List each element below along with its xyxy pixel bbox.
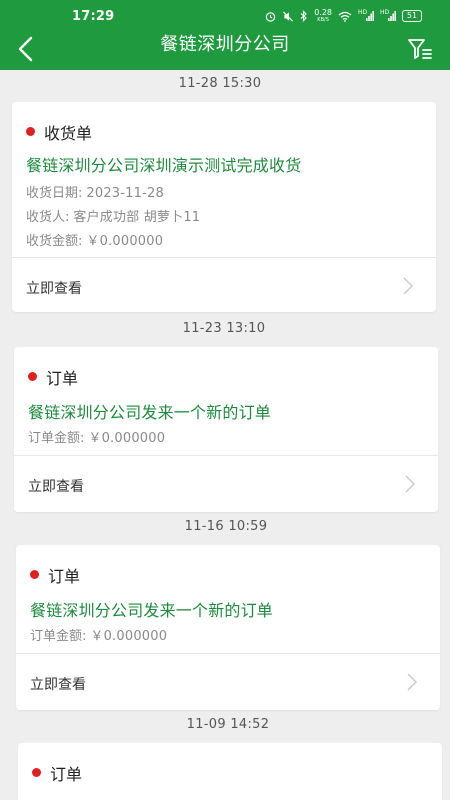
card-detail: 收货金额: ￥0.000000 xyxy=(26,230,163,249)
detail-label: 收货人: xyxy=(26,210,70,225)
detail-value: ￥0.000000 xyxy=(86,234,164,249)
net-speed-unit: KB/S xyxy=(317,17,329,23)
view-now-button[interactable]: 立即查看 xyxy=(12,257,436,312)
card-headline: 餐链深圳分公司深圳演示测试完成收货 xyxy=(26,156,302,175)
order-card: 订单 餐链深圳分公司发来一个新的订单 订单金额: ￥0.000000 立即查看 xyxy=(16,545,440,710)
card-type-label: 收货单 xyxy=(44,124,93,143)
timestamp: 11-09 14:52 xyxy=(186,717,270,732)
order-card: 订单 餐链深圳分公司发来一个新的订单 订单金额: ￥0.000000 立即查看 xyxy=(14,347,438,512)
chevron-right-icon xyxy=(403,277,413,295)
wifi-icon xyxy=(338,11,352,22)
unread-dot-icon xyxy=(30,570,39,579)
view-now-button[interactable]: 立即查看 xyxy=(14,455,438,511)
alarm-icon xyxy=(265,11,276,22)
view-now-button[interactable]: 立即查看 xyxy=(16,653,440,709)
card-detail: 收货日期: 2023-11-28 xyxy=(26,182,164,201)
status-bar: 17:29 0.28 KB/S HD HD 51 xyxy=(0,0,450,28)
filter-list-icon xyxy=(408,39,432,59)
detail-value: ￥0.000000 xyxy=(88,431,166,446)
view-now-label: 立即查看 xyxy=(26,281,82,297)
app-header: 17:29 0.28 KB/S HD HD 51 餐链深圳分公司 xyxy=(0,0,450,70)
card-type-label: 订单 xyxy=(48,567,81,586)
net-speed: 0.28 KB/S xyxy=(314,8,332,24)
detail-label: 订单金额: xyxy=(28,431,85,446)
battery-icon: 51 xyxy=(402,10,422,22)
signal-icon-2: HD xyxy=(380,9,396,22)
unread-dot-icon xyxy=(32,768,41,777)
card-header: 收货单 xyxy=(12,102,436,143)
filter-button[interactable] xyxy=(404,32,436,66)
signal-icon-1: HD xyxy=(358,9,374,22)
card-headline: 餐链深圳分公司发来一个新的订单 xyxy=(28,403,272,422)
status-time: 17:29 xyxy=(72,9,115,24)
detail-value: 2023-11-28 xyxy=(86,186,164,201)
unread-dot-icon xyxy=(26,127,35,136)
detail-value: ￥0.000000 xyxy=(90,629,168,644)
message-feed[interactable]: 11-28 15:30 收货单 餐链深圳分公司深圳演示测试完成收货 收货日期: 2… xyxy=(0,70,450,800)
detail-label: 订单金额: xyxy=(30,629,87,644)
card-detail: 收货人: 客户成功部 胡萝卜11 xyxy=(26,206,200,225)
title-bar: 餐链深圳分公司 xyxy=(0,28,450,70)
signal-2-label: HD xyxy=(380,9,390,16)
bluetooth-icon xyxy=(300,10,308,22)
card-header: 订单 xyxy=(16,545,440,586)
card-detail: 订单金额: ￥0.000000 xyxy=(28,427,165,446)
view-now-label: 立即查看 xyxy=(30,677,86,693)
detail-label: 收货日期: xyxy=(26,186,83,201)
chevron-right-icon xyxy=(405,475,415,493)
chevron-right-icon xyxy=(407,673,417,691)
detail-label: 收货金额: xyxy=(26,234,83,249)
card-detail: 订单金额: ￥0.000000 xyxy=(30,625,167,644)
signal-1-label: HD xyxy=(358,9,368,16)
unread-dot-icon xyxy=(28,372,37,381)
card-type-label: 订单 xyxy=(46,369,79,388)
timestamp: 11-28 15:30 xyxy=(178,76,262,91)
card-header: 订单 xyxy=(18,743,442,784)
timestamp: 11-16 10:59 xyxy=(184,519,268,534)
card-header: 订单 xyxy=(14,347,438,388)
card-type-label: 订单 xyxy=(50,765,83,784)
status-icons: 0.28 KB/S HD HD 51 xyxy=(265,9,422,23)
detail-value: 客户成功部 胡萝卜11 xyxy=(73,210,201,225)
receipt-card: 收货单 餐链深圳分公司深圳演示测试完成收货 收货日期: 2023-11-28 收货… xyxy=(12,102,436,312)
timestamp: 11-23 13:10 xyxy=(182,321,266,336)
net-speed-value: 0.28 xyxy=(314,8,332,17)
card-headline: 餐链深圳分公司发来一个新的订单 xyxy=(30,601,274,620)
view-now-label: 立即查看 xyxy=(28,479,84,495)
order-card: 订单 xyxy=(18,743,442,800)
mute-icon xyxy=(282,11,294,22)
page-title: 餐链深圳分公司 xyxy=(160,34,290,55)
